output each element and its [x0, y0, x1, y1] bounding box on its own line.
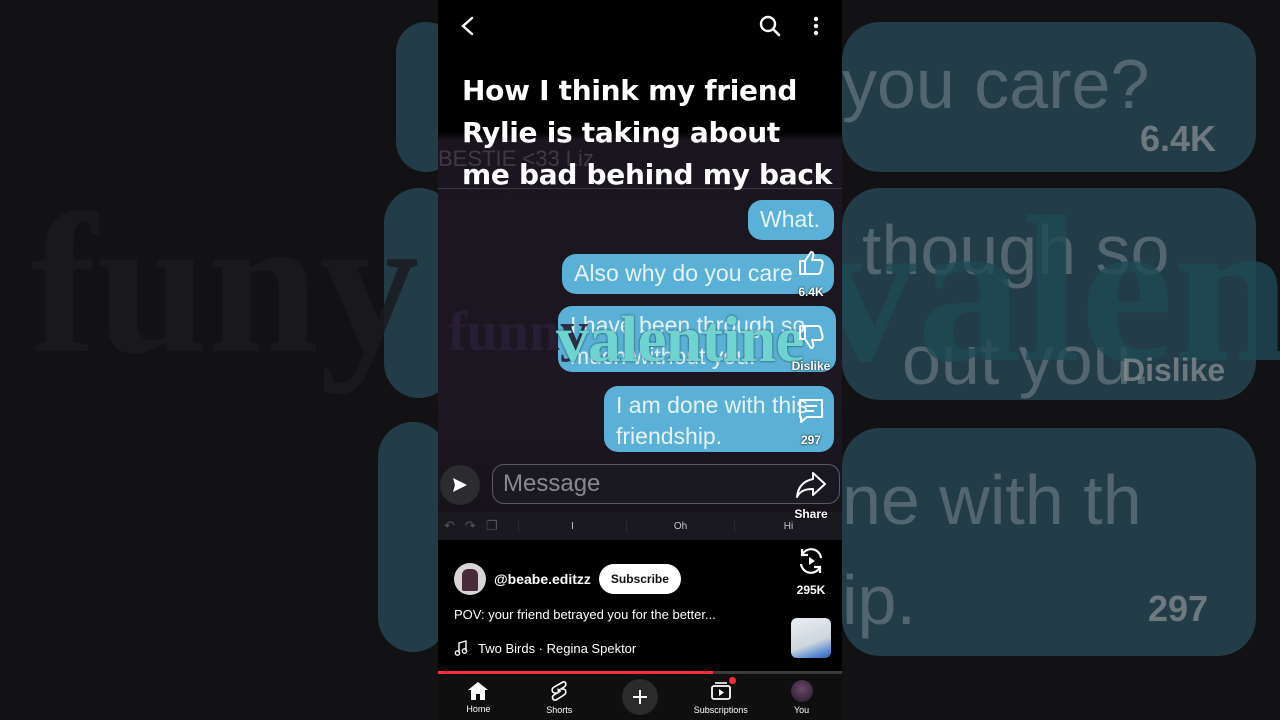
- remix-count: 295K: [796, 583, 826, 597]
- comment-icon: [799, 399, 823, 423]
- plus-icon: [632, 690, 647, 704]
- thumbs-up-icon: [799, 251, 824, 275]
- remix-icon: [799, 548, 823, 574]
- background-text-4: ne with th: [842, 461, 1142, 539]
- more-options-button[interactable]: [802, 10, 830, 42]
- shorts-player[interactable]: BESTIE <33 Liz What. Also why do you car…: [438, 0, 842, 720]
- nav-shorts-label: Shorts: [546, 704, 573, 715]
- video-description[interactable]: POV: your friend betrayed you for the be…: [454, 607, 716, 622]
- message-placeholder: Message: [503, 470, 601, 497]
- nav-shorts[interactable]: Shorts: [519, 674, 600, 720]
- search-button[interactable]: [754, 10, 786, 42]
- nav-subscriptions-label: Subscriptions: [693, 704, 748, 715]
- share-icon: [796, 472, 826, 498]
- music-note-icon: [454, 640, 468, 656]
- background-comment-count: 297: [1148, 588, 1209, 629]
- remix-button[interactable]: 295K: [781, 546, 841, 597]
- background-like-count: 6.4K: [1140, 118, 1217, 159]
- more-vertical-icon: [813, 16, 819, 36]
- keyboard-suggestion: Oh: [626, 520, 734, 532]
- like-count: 6.4K: [798, 285, 824, 299]
- notification-dot: [728, 676, 736, 684]
- shorts-icon: [551, 680, 567, 701]
- background-text-5: ip.: [842, 561, 916, 639]
- share-label: Share: [794, 507, 828, 521]
- blurred-background-right: you care? though so out you. ne with th …: [842, 0, 1280, 720]
- create-button[interactable]: [621, 679, 658, 715]
- background-dislike-label: Dislike: [1122, 352, 1226, 388]
- top-bar: [438, 0, 842, 52]
- like-button[interactable]: 6.4K: [781, 248, 841, 299]
- nav-create[interactable]: [600, 674, 681, 720]
- channel-avatar[interactable]: [454, 563, 486, 595]
- video-caption: How I think my friend Rylie is taking ab…: [462, 74, 832, 191]
- channel-handle[interactable]: @beabe.editzz: [494, 571, 591, 587]
- undo-redo-icons: ↶ ↷ ❐: [444, 518, 498, 533]
- keyboard-suggestion: I: [518, 520, 626, 532]
- you-avatar: [790, 679, 813, 702]
- message-bubble: What.: [748, 200, 834, 240]
- back-button[interactable]: [452, 10, 484, 42]
- subscribe-button[interactable]: Subscribe: [598, 564, 681, 594]
- music-row[interactable]: Two Birds · Regina Spektor: [454, 640, 636, 656]
- nav-home-label: Home: [466, 703, 491, 714]
- comments-button[interactable]: 297: [781, 396, 841, 447]
- nav-you[interactable]: You: [761, 674, 842, 720]
- bottom-nav: Home Shorts Subscriptions You: [438, 674, 842, 720]
- home-icon: [468, 681, 489, 700]
- search-icon: [759, 15, 781, 37]
- watermark-light: valentine: [556, 303, 805, 376]
- keyboard-suggestion: Hi: [734, 520, 842, 532]
- background-watermark-left: funy: [30, 174, 420, 395]
- music-thumbnail[interactable]: [791, 618, 831, 658]
- nav-home[interactable]: Home: [438, 674, 519, 720]
- background-text-1: you care?: [842, 45, 1150, 123]
- nav-subscriptions[interactable]: Subscriptions: [680, 674, 761, 720]
- comment-count: 297: [800, 433, 822, 447]
- chat-send-icon: [440, 465, 480, 505]
- dislike-button[interactable]: Dislike: [781, 322, 841, 373]
- dislike-label: Dislike: [791, 359, 831, 373]
- subscriptions-icon: [710, 676, 736, 702]
- back-arrow-icon: [461, 16, 474, 36]
- app-stage: funy you care? though so out you. ne wit…: [0, 0, 1280, 720]
- channel-row: @beabe.editzz Subscribe: [454, 562, 681, 596]
- share-button[interactable]: Share: [781, 470, 841, 521]
- nav-you-label: You: [793, 704, 810, 715]
- thumbs-down-icon: [799, 325, 824, 349]
- blurred-background-left: funy: [0, 0, 438, 720]
- music-title: Two Birds · Regina Spektor: [478, 640, 637, 656]
